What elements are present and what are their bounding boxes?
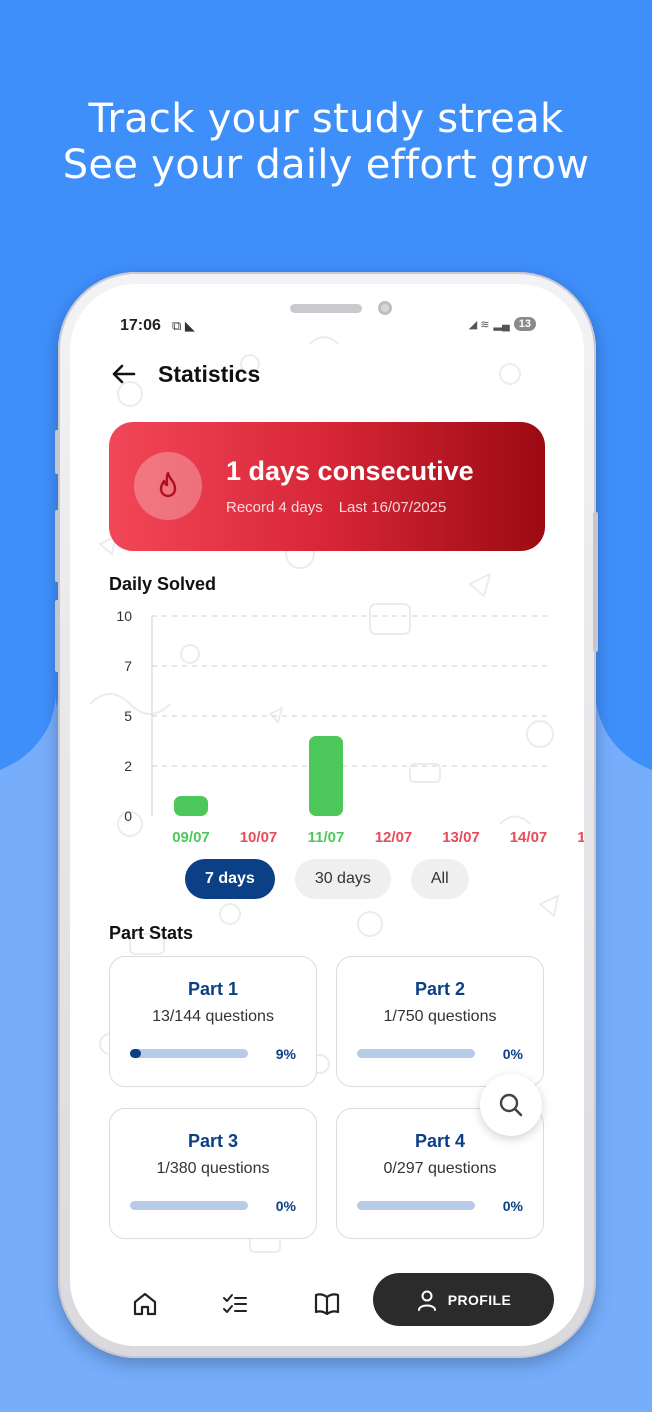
phone-power-button [593, 512, 598, 652]
phone-camera [378, 301, 392, 315]
part-title: Part 3 [187, 1131, 239, 1151]
phone-side-button [55, 430, 60, 474]
chart-x-tick-label: 12/07 [375, 829, 413, 846]
streak-card: 1 days consecutive Record 4 days Last 16/… [109, 422, 545, 551]
chart-bar[interactable] [174, 796, 208, 816]
part-progress-track [357, 1049, 475, 1058]
chart-y-tick-label: 5 [124, 708, 132, 724]
chart-x-tick-label: 10/07 [240, 829, 278, 846]
chart-bar[interactable] [309, 736, 343, 816]
chart-y-tick-label: 2 [124, 758, 132, 774]
daily-solved-label: Daily Solved [109, 574, 217, 594]
back-arrow-icon[interactable] [110, 360, 138, 388]
status-right-icons: ◢ ≋ ▂▄ 13 [469, 317, 536, 331]
part-questions: 13/144 questions [152, 1008, 274, 1025]
streak-record: Record 4 days [226, 499, 323, 516]
battery-badge: 13 [513, 317, 536, 331]
promo-line-1: Track your study streak [88, 96, 564, 142]
home-icon [133, 1292, 157, 1316]
part-progress-fill [130, 1049, 141, 1058]
streak-subtitle: Record 4 days Last 16/07/2025 [226, 499, 446, 516]
part-card-2[interactable]: Part 2 1/750 questions 0% [336, 956, 544, 1087]
nav-learn[interactable] [313, 1290, 341, 1318]
page-title: Statistics [158, 360, 261, 387]
part-percent: 0% [502, 1046, 523, 1062]
bottom-nav: PROFILE [70, 1260, 584, 1346]
nav-home[interactable] [131, 1290, 159, 1318]
wifi-icon: ◢ ≋ [468, 318, 490, 331]
part-card-3[interactable]: Part 3 1/380 questions 0% [109, 1108, 317, 1239]
nav-profile[interactable]: PROFILE [373, 1273, 554, 1326]
flame-badge [134, 452, 202, 520]
book-icon [314, 1293, 340, 1316]
search-fab[interactable] [480, 1074, 542, 1136]
tab-all[interactable]: All [410, 859, 469, 899]
part-stats-label: Part Stats [109, 923, 194, 943]
chart-y-tick-label: 7 [124, 658, 132, 674]
chart-x-tick-label: 09/07 [172, 829, 210, 846]
part-percent: 9% [275, 1046, 296, 1062]
streak-title: 1 days consecutive [226, 456, 474, 486]
daily-solved-chart-svg: 10 7 5 2 0 09/07 10/07 11/07 12/07 13/07 14/07 15/0… [116, 608, 584, 846]
app-bar: Statistics [110, 358, 260, 390]
part-questions: 1/750 questions [383, 1008, 497, 1025]
chart-x-tick-label: 13/07 [442, 829, 480, 846]
daily-solved-chart: 10 7 5 2 0 09/07 10/07 11/07 12/07 13/07 14/07 15/0… [90, 606, 584, 846]
phone-screen: 17:06 ⧉ ◣ ◢ ≋ ▂▄ 13 Statistics 1 days co… [70, 284, 584, 1346]
person-icon [417, 1290, 436, 1311]
tab-7-days[interactable]: 7 days [185, 859, 275, 899]
part-title: Part 1 [187, 979, 239, 999]
signal-icon: ▂▄ [493, 318, 510, 331]
checklist-icon [223, 1294, 247, 1313]
part-progress-track [357, 1201, 475, 1210]
part-progress-track [130, 1049, 248, 1058]
flame-icon [159, 471, 177, 498]
streak-last: Last 16/07/2025 [338, 499, 447, 516]
phone-side-button [55, 510, 60, 582]
part-card-1[interactable]: Part 1 13/144 questions 9% [109, 956, 317, 1087]
part-percent: 0% [275, 1198, 296, 1214]
part-questions: 0/297 questions [383, 1160, 497, 1177]
range-tabs: 7 days 30 days All [185, 859, 469, 899]
chart-y-tick-label: 0 [124, 808, 132, 824]
part-progress-track [130, 1201, 248, 1210]
profile-label: PROFILE [447, 1291, 512, 1308]
promo-headline: Track your study streak See your daily e… [0, 96, 652, 188]
chart-x-tick-label: 15/07 [577, 829, 584, 846]
status-time: 17:06 [120, 317, 161, 334]
phone-speaker [290, 304, 362, 313]
part-title: Part 2 [414, 979, 466, 999]
part-questions: 1/380 questions [156, 1160, 270, 1177]
chart-x-tick-label: 11/07 [308, 829, 345, 846]
promo-line-2: See your daily effort grow [62, 142, 590, 188]
chart-x-tick-label: 14/07 [510, 829, 548, 846]
search-icon [499, 1093, 523, 1117]
part-percent: 0% [502, 1198, 523, 1214]
chart-y-tick-label: 10 [116, 608, 132, 624]
nav-tasks[interactable] [221, 1290, 249, 1318]
tab-30-days[interactable]: 30 days [294, 859, 391, 899]
status-notification-icons: ⧉ ◣ [172, 318, 195, 333]
phone-side-button [55, 600, 60, 672]
